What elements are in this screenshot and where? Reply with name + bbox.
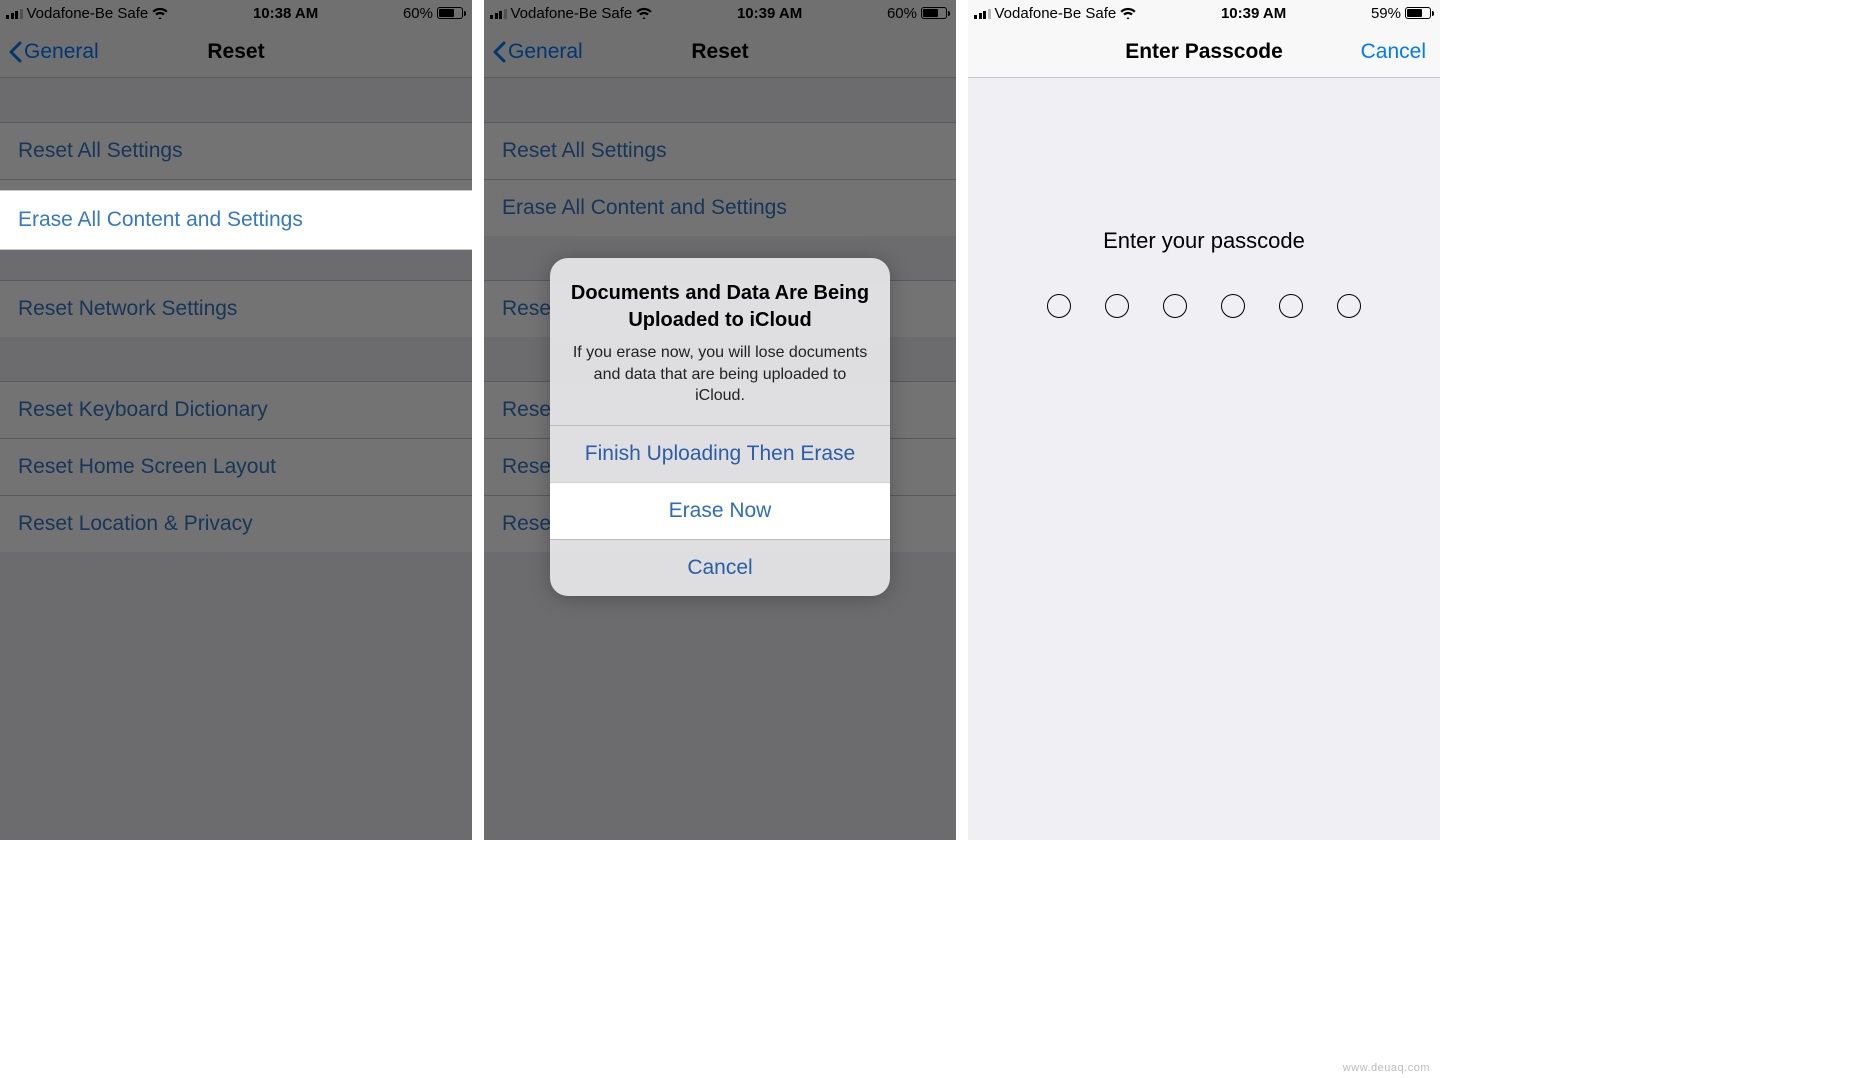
alert-erase-now-button[interactable]: Erase Now [550, 482, 890, 539]
cell-reset-location[interactable]: Reset Location & Privacy [0, 496, 472, 552]
status-bar: Vodafone-Be Safe 10:39 AM 59% [968, 0, 1440, 26]
cell-reset-home[interactable]: Reset Home Screen Layout [0, 439, 472, 496]
watermark: www.deuaq.com [1343, 1062, 1430, 1074]
alert-cancel-button[interactable]: Cancel [550, 539, 890, 596]
cell-reset-all-settings[interactable]: Reset All Settings [484, 123, 956, 180]
cell-reset-keyboard[interactable]: Reset Keyboard Dictionary [0, 382, 472, 439]
cell-erase-all-highlight[interactable]: Erase All Content and Settings [0, 190, 472, 250]
cell-reset-all-settings[interactable]: Reset All Settings [0, 123, 472, 180]
back-button[interactable]: General [8, 40, 99, 64]
cancel-button[interactable]: Cancel [1361, 40, 1426, 64]
chevron-left-icon [8, 41, 22, 63]
nav-bar: General Reset [484, 26, 956, 78]
passcode-dot [1047, 294, 1071, 318]
wifi-icon [152, 7, 168, 19]
screen-enter-passcode: Vodafone-Be Safe 10:39 AM 59% Enter Pass… [968, 0, 1440, 840]
carrier-label: Vodafone-Be Safe [27, 5, 149, 22]
passcode-dot [1279, 294, 1303, 318]
carrier-label: Vodafone-Be Safe [511, 5, 633, 22]
cell-signal-icon [490, 7, 507, 19]
passcode-dot [1163, 294, 1187, 318]
status-bar: Vodafone-Be Safe 10:38 AM 60% [0, 0, 472, 26]
alert-title: Documents and Data Are Being Uploaded to… [570, 280, 870, 334]
status-time: 10:39 AM [737, 5, 802, 22]
battery-percent: 60% [403, 5, 433, 22]
screen-reset-alert: Vodafone-Be Safe 10:39 AM 60% General Re… [484, 0, 956, 840]
carrier-label: Vodafone-Be Safe [995, 5, 1117, 22]
alert-message: If you erase now, you will lose document… [570, 342, 870, 407]
passcode-dots[interactable] [1047, 294, 1361, 318]
icloud-upload-alert: Documents and Data Are Being Uploaded to… [550, 258, 890, 596]
battery-icon [1405, 7, 1434, 19]
nav-bar: Enter Passcode Cancel [968, 26, 1440, 78]
passcode-body: Enter your passcode [968, 78, 1440, 840]
wifi-icon [1120, 7, 1136, 19]
status-bar: Vodafone-Be Safe 10:39 AM 60% [484, 0, 956, 26]
cell-erase-all-content[interactable]: Erase All Content and Settings [484, 180, 956, 236]
battery-percent: 59% [1371, 5, 1401, 22]
screen-reset: Vodafone-Be Safe 10:38 AM 60% General Re… [0, 0, 472, 840]
cell-signal-icon [6, 7, 23, 19]
back-label: General [24, 40, 99, 64]
back-button[interactable]: General [492, 40, 583, 64]
passcode-dot [1105, 294, 1129, 318]
chevron-left-icon [492, 41, 506, 63]
nav-bar: General Reset [0, 26, 472, 78]
passcode-dot [1337, 294, 1361, 318]
alert-finish-uploading-button[interactable]: Finish Uploading Then Erase [550, 425, 890, 482]
wifi-icon [636, 7, 652, 19]
battery-icon [437, 7, 466, 19]
back-label: General [508, 40, 583, 64]
cell-signal-icon [974, 7, 991, 19]
cell-reset-network[interactable]: Reset Network Settings [0, 281, 472, 337]
battery-percent: 60% [887, 5, 917, 22]
status-time: 10:38 AM [253, 5, 318, 22]
status-time: 10:39 AM [1221, 5, 1286, 22]
passcode-dot [1221, 294, 1245, 318]
passcode-prompt: Enter your passcode [1103, 228, 1305, 254]
battery-icon [921, 7, 950, 19]
